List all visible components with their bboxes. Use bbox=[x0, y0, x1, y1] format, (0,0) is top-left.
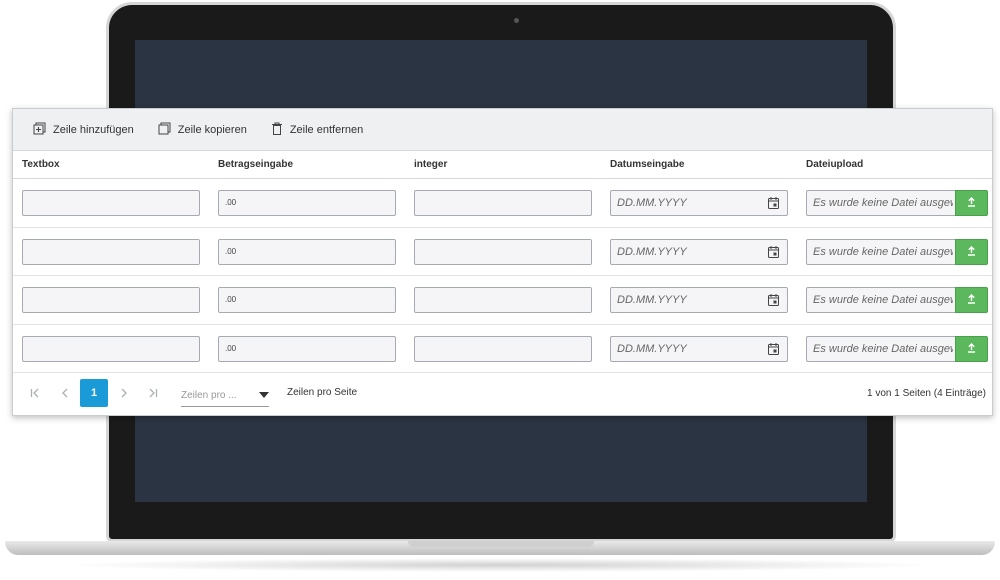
calendar-icon[interactable] bbox=[768, 294, 779, 309]
last-page-icon bbox=[148, 385, 158, 401]
column-header-amount[interactable]: Betragseingabe bbox=[218, 159, 293, 170]
upload-icon bbox=[967, 291, 976, 309]
pager: 1 Zeilen pro ... Zeilen pro Seite 1 von … bbox=[13, 373, 992, 413]
laptop-shadow bbox=[60, 558, 940, 572]
calendar-icon[interactable] bbox=[768, 197, 779, 212]
file-input[interactable]: Es wurde keine Datei ausgewählt bbox=[806, 190, 956, 216]
date-input[interactable]: DD.MM.YYYY bbox=[610, 190, 788, 216]
amount-input[interactable]: .00 bbox=[218, 335, 396, 362]
textbox-input[interactable] bbox=[22, 190, 200, 216]
integer-input[interactable] bbox=[414, 287, 592, 313]
first-page-icon bbox=[30, 385, 40, 401]
editable-grid: Zeile hinzufügen Zeile kopieren Zeile en… bbox=[12, 108, 993, 416]
dropdown-arrow-icon bbox=[259, 390, 269, 401]
column-header-file[interactable]: Dateiupload bbox=[806, 159, 863, 170]
column-header-date[interactable]: Datumseingabe bbox=[610, 159, 684, 170]
upload-icon bbox=[967, 340, 976, 358]
integer-input[interactable] bbox=[414, 238, 592, 265]
textbox-input[interactable] bbox=[22, 238, 200, 265]
first-page-button[interactable] bbox=[21, 379, 49, 407]
date-placeholder: DD.MM.YYYY bbox=[617, 294, 687, 306]
laptop-camera bbox=[514, 18, 519, 23]
upload-button[interactable] bbox=[955, 238, 988, 265]
calendar-icon[interactable] bbox=[768, 342, 779, 358]
page-size-label: Zeilen pro Seite bbox=[287, 387, 358, 398]
page-size-value: Zeilen pro ... bbox=[181, 390, 237, 401]
remove-row-label: Zeile entfernen bbox=[289, 123, 364, 136]
next-page-icon bbox=[119, 385, 129, 401]
upload-button[interactable] bbox=[955, 190, 988, 216]
copy-row-button[interactable]: Zeile kopieren bbox=[158, 122, 247, 138]
trash-icon bbox=[271, 122, 290, 138]
table-row: .00 DD.MM.YYYY Es wurde keine Datei ausg… bbox=[13, 325, 992, 373]
column-header-integer[interactable]: integer bbox=[414, 159, 447, 170]
file-placeholder: Es wurde keine Datei ausgewählt bbox=[813, 294, 953, 306]
next-page-button[interactable] bbox=[110, 379, 138, 407]
amount-input[interactable]: .00 bbox=[218, 287, 396, 313]
prev-page-icon bbox=[60, 385, 70, 401]
amount-symbol: .00 bbox=[225, 295, 237, 304]
laptop-notch bbox=[408, 541, 594, 547]
table-row: .00 DD.MM.YYYY Es wurde keine Datei ausg… bbox=[13, 228, 992, 276]
file-placeholder: Es wurde keine Datei ausgewählt bbox=[813, 342, 953, 355]
table-row: .00 DD.MM.YYYY Es wurde keine Datei ausg… bbox=[13, 179, 992, 228]
table-row: .00 DD.MM.YYYY Es wurde keine Datei ausg… bbox=[13, 276, 992, 325]
calendar-icon[interactable] bbox=[768, 245, 779, 261]
file-input[interactable]: Es wurde keine Datei ausgewählt bbox=[806, 287, 956, 313]
grid-body: .00 DD.MM.YYYY Es wurde keine Datei ausg… bbox=[13, 179, 992, 373]
upload-button[interactable] bbox=[955, 335, 988, 362]
upload-icon bbox=[967, 194, 976, 212]
copy-row-label: Zeile kopieren bbox=[177, 123, 247, 136]
date-input[interactable]: DD.MM.YYYY bbox=[610, 335, 788, 362]
file-input[interactable]: Es wurde keine Datei ausgewählt bbox=[806, 238, 956, 265]
page-1-button[interactable]: 1 bbox=[80, 379, 108, 407]
integer-input[interactable] bbox=[414, 190, 592, 216]
amount-input[interactable]: .00 bbox=[218, 238, 396, 265]
grid-toolbar: Zeile hinzufügen Zeile kopieren Zeile en… bbox=[13, 109, 992, 151]
file-placeholder: Es wurde keine Datei ausgewählt bbox=[813, 197, 953, 209]
prev-page-button[interactable] bbox=[51, 379, 79, 407]
textbox-input[interactable] bbox=[22, 287, 200, 313]
column-header-textbox[interactable]: Textbox bbox=[22, 159, 60, 170]
date-placeholder: DD.MM.YYYY bbox=[617, 342, 687, 355]
date-placeholder: DD.MM.YYYY bbox=[617, 245, 687, 258]
grid-header: Textbox Betragseingabe integer Datumsein… bbox=[13, 151, 992, 179]
upload-icon bbox=[967, 243, 976, 261]
file-input[interactable]: Es wurde keine Datei ausgewählt bbox=[806, 335, 956, 362]
upload-button[interactable] bbox=[955, 287, 988, 313]
last-page-button[interactable] bbox=[139, 379, 167, 407]
integer-input[interactable] bbox=[414, 335, 592, 362]
amount-symbol: .00 bbox=[225, 246, 237, 256]
file-placeholder: Es wurde keine Datei ausgewählt bbox=[813, 245, 953, 258]
textbox-input[interactable] bbox=[22, 335, 200, 362]
copy-row-icon bbox=[158, 122, 178, 138]
add-row-label: Zeile hinzufügen bbox=[53, 123, 134, 136]
date-input[interactable]: DD.MM.YYYY bbox=[610, 287, 788, 313]
add-row-button[interactable]: Zeile hinzufügen bbox=[33, 122, 134, 138]
date-placeholder: DD.MM.YYYY bbox=[617, 197, 687, 209]
add-row-icon bbox=[33, 122, 53, 138]
page-info: 1 von 1 Seiten (4 Einträge) bbox=[867, 388, 986, 399]
remove-row-button[interactable]: Zeile entfernen bbox=[271, 122, 363, 138]
amount-symbol: .00 bbox=[225, 198, 237, 207]
amount-input[interactable]: .00 bbox=[218, 190, 396, 216]
date-input[interactable]: DD.MM.YYYY bbox=[610, 238, 788, 265]
amount-symbol: .00 bbox=[225, 343, 237, 353]
page-size-select[interactable]: Zeilen pro ... bbox=[181, 385, 269, 407]
